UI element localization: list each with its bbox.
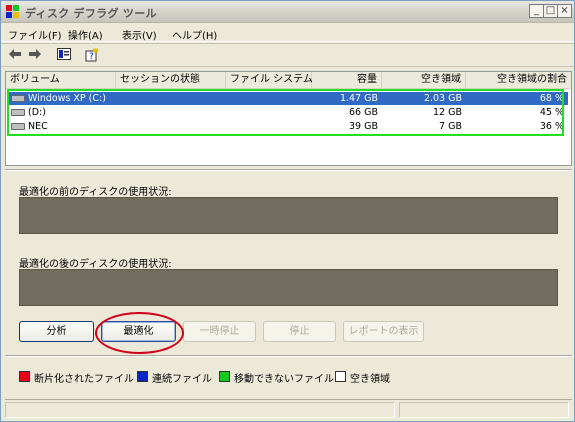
legend-free-space: 空き領域 <box>350 374 390 385</box>
list-header: ボリューム セッションの状態 ファイル システム 容量 空き領域 空き領域の割合 <box>6 72 571 89</box>
title-bar: ディスク デフラグ ツール _ □ × <box>1 1 574 23</box>
column-capacity[interactable]: 容量 <box>312 72 382 89</box>
drive-icon <box>11 109 25 116</box>
volume-list: ボリューム セッションの状態 ファイル システム 容量 空き領域 空き領域の割合… <box>5 71 572 166</box>
before-usage-label: 最適化の前のディスクの使用状況: <box>19 187 172 198</box>
defrag-window: ディスク デフラグ ツール _ □ × ファイル(F) 操作(A) 表示(V) … <box>0 0 575 422</box>
status-pane-main <box>5 402 395 418</box>
column-volume[interactable]: ボリューム <box>6 72 116 89</box>
analyze-button[interactable]: 分析 <box>19 321 94 342</box>
free-space: 2.03 GB <box>423 93 462 104</box>
splitter[interactable] <box>5 169 572 171</box>
before-usage-display <box>19 197 558 234</box>
capacity: 39 GB <box>349 121 378 132</box>
volume-row-nec[interactable]: NEC 39 GB 7 GB 36 % <box>8 120 568 133</box>
properties-icon[interactable] <box>56 48 72 63</box>
column-free-space[interactable]: 空き領域 <box>382 72 466 89</box>
toolbar: ? <box>1 43 574 67</box>
menu-file[interactable]: ファイル(F) <box>8 27 62 42</box>
forward-arrow-icon[interactable] <box>27 48 43 63</box>
free-space: 12 GB <box>433 107 462 118</box>
after-usage-label: 最適化の後のディスクの使用状況: <box>19 259 172 270</box>
column-session-status[interactable]: セッションの状態 <box>116 72 226 89</box>
maximize-button[interactable]: □ <box>543 4 558 18</box>
column-file-system[interactable]: ファイル システム <box>226 72 313 89</box>
back-arrow-icon[interactable] <box>7 48 23 63</box>
view-report-button[interactable]: レポートの表示 <box>343 321 424 342</box>
legend-fragmented: 断片化されたファイル <box>34 374 134 385</box>
percent-free: 36 % <box>539 121 564 132</box>
percent-free: 45 % <box>539 107 564 118</box>
close-button[interactable]: × <box>557 4 572 18</box>
legend-contiguous: 連続ファイル <box>152 374 212 385</box>
menu-bar: ファイル(F) 操作(A) 表示(V) ヘルプ(H) <box>1 24 574 42</box>
volume-name: (D:) <box>28 107 46 118</box>
after-usage-display <box>19 269 558 306</box>
defragment-button[interactable]: 最適化 <box>101 321 176 342</box>
menu-help[interactable]: ヘルプ(H) <box>172 27 217 42</box>
help-icon[interactable]: ? <box>84 48 100 63</box>
drive-icon <box>11 123 25 130</box>
unmovable-swatch <box>219 371 230 382</box>
defrag-app-icon <box>6 5 19 18</box>
legend-divider <box>5 355 572 357</box>
window-title: ディスク デフラグ ツール <box>25 7 157 20</box>
menu-action[interactable]: 操作(A) <box>68 27 103 42</box>
menu-view[interactable]: 表示(V) <box>122 27 157 42</box>
status-pane-secondary <box>399 402 569 418</box>
volume-name: Windows XP (C:) <box>28 93 106 104</box>
drive-icon <box>11 95 25 102</box>
volume-row-d[interactable]: (D:) 66 GB 12 GB 45 % <box>8 106 568 119</box>
legend-unmovable: 移動できないファイル <box>234 374 334 385</box>
free-space-swatch <box>335 371 346 382</box>
column-percent-free[interactable]: 空き領域の割合 <box>466 72 571 89</box>
stop-button[interactable]: 停止 <box>263 321 336 342</box>
capacity: 66 GB <box>349 107 378 118</box>
minimize-button[interactable]: _ <box>529 4 544 18</box>
pause-button[interactable]: 一時停止 <box>183 321 256 342</box>
percent-free: 68 % <box>539 93 564 104</box>
free-space: 7 GB <box>439 121 462 132</box>
capacity: 1.47 GB <box>339 93 378 104</box>
status-bar <box>5 399 572 419</box>
contiguous-swatch <box>137 371 148 382</box>
fragmented-swatch <box>19 371 30 382</box>
volume-name: NEC <box>28 121 48 132</box>
volume-row-c[interactable]: Windows XP (C:) 1.47 GB 2.03 GB 68 % <box>8 92 568 105</box>
svg-text:?: ? <box>89 52 94 62</box>
